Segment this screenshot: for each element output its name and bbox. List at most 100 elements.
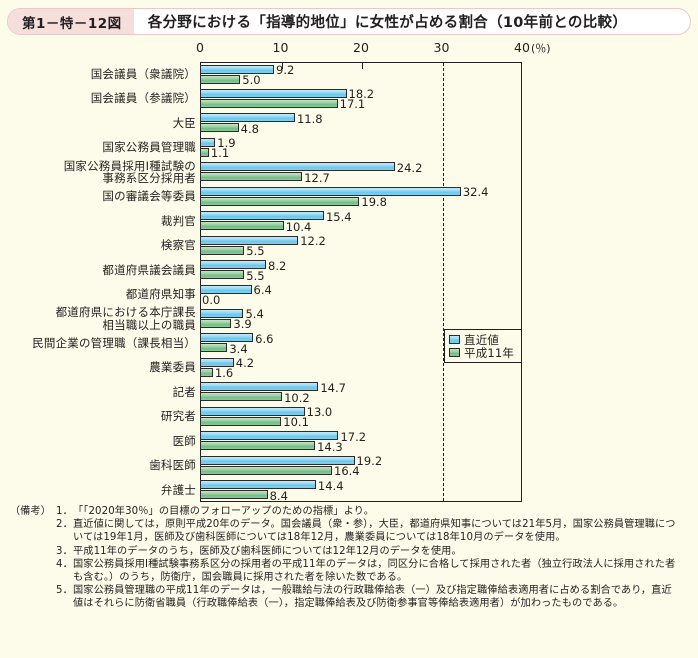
bar-y11 (200, 392, 283, 402)
bar-recent (200, 211, 324, 221)
bar-y11 (200, 441, 316, 451)
bar-value-recent: 11.8 (296, 111, 323, 126)
bar-recent (200, 260, 266, 270)
chart-row: 国会議員（衆議院） 9.2 5.0 (0, 62, 698, 86)
bar-value-recent: 14.4 (317, 478, 344, 493)
bar-y11 (200, 147, 209, 157)
notes-list: 1． 「「2020年30％」の目標のフォローアップのための指標」より。 2． 直近値に… (56, 505, 698, 611)
bar-recent (200, 64, 275, 74)
note-number: 2． (56, 519, 73, 531)
bar-recent (200, 480, 316, 490)
chart-row: 弁護士 14.4 8.4 (0, 478, 698, 502)
chart-row: 都道府県知事 6.4 0.0 (0, 282, 698, 306)
x-axis-unit-label: (％) (531, 42, 551, 55)
chart-row: 裁判官 15.4 10.4 (0, 209, 698, 233)
x-axis-tick-10: 10 (272, 40, 289, 55)
note-text: 国家公務員管理職の平成11年のデータは，一般職給与法の行政職俸給表（一）及び指定… (73, 585, 672, 610)
bar-y11 (200, 221, 284, 231)
chart-row: 都道府県における本庁課長 相当職以上の職員 5.4 3.9 (0, 306, 698, 332)
x-axis-tick-20: 20 (353, 40, 369, 55)
bar-value-recent: 17.2 (340, 429, 367, 444)
bar-recent (200, 431, 339, 441)
bar-value-y11: 10.1 (283, 415, 309, 430)
bar-y11 (200, 123, 239, 133)
category-label: 農業委員 (149, 360, 196, 375)
bar-value-y11: 5.5 (246, 244, 265, 259)
x-axis-tick-30: 30 (433, 40, 450, 55)
figure-header: 第1－特－12図 各分野における「指導的地位」に女性が占める割合（10年前との比… (7, 8, 691, 35)
category-label: 記者 (172, 384, 196, 399)
chart-row: 国家公務員管理職 1.9 1.1 (0, 135, 698, 161)
x-axis-tick-0: 0 (196, 40, 204, 55)
bar-value-y11: 16.4 (334, 464, 360, 479)
bar-value-recent: 15.4 (325, 209, 352, 224)
note-text: 国家公務員採用Ⅰ種試験事務系区分の採用者の平成11年のデータは，同区分に合格して… (73, 558, 676, 584)
category-label: 国の審議会等委員 (102, 189, 196, 204)
note-number: 5． (56, 585, 73, 597)
bar-recent (200, 455, 355, 465)
chart-row: 医師 17.2 14.3 (0, 429, 698, 453)
chart-row: 国家公務員採用Ⅰ種試験の 事務系区分採用者 24.2 12.7 (0, 158, 698, 186)
note-number: 4． (56, 558, 73, 570)
bar-value-recent: 6.6 (255, 331, 274, 346)
chart-row: 研究者 13.0 10.1 (0, 404, 698, 428)
chart-row: 大臣 11.8 4.8 (0, 111, 698, 135)
note-item: 3． 平成11年のデータのうち，医師及び歯科医師については12年12月のデータを使… (56, 545, 676, 558)
bar-value-y11: 1.1 (210, 146, 230, 161)
category-label: 検察官 (160, 238, 196, 253)
bar-y11 (200, 270, 245, 280)
chart-row: 国の審議会等委員 32.4 19.8 (0, 184, 698, 208)
category-label: 国家公務員採用Ⅰ種試験の 事務系区分採用者 (63, 158, 196, 186)
bar-y11 (200, 465, 333, 475)
bar-value-y11: 0.0 (202, 293, 221, 307)
bar-value-y11: 3.4 (229, 341, 248, 356)
bar-value-y11: 10.2 (284, 390, 310, 405)
category-label: 国家公務員管理職 (102, 140, 196, 155)
bar-value-recent: 6.4 (253, 283, 272, 297)
bar-value-recent: 12.2 (300, 234, 326, 249)
notes-label: （備考） (9, 506, 51, 517)
bar-value-y11: 8.4 (269, 488, 288, 503)
bar-y11 (200, 367, 213, 377)
bar-value-recent: 13.0 (306, 405, 333, 420)
page-title: 各分野における「指導的地位」に女性が占める割合（10年前との比較） (147, 15, 628, 31)
chart-row: 民間企業の管理職（課長相当） 6.6 3.4 (0, 331, 698, 355)
note-text: 「「2020年30％」の目標のフォローアップのための指標」より。 (73, 506, 375, 517)
bar-y11 (200, 490, 268, 500)
chart-row: 国会議員（参議院） 18.2 17.1 (0, 86, 698, 112)
bar-value-y11: 19.8 (361, 195, 387, 210)
note-number: 3． (56, 545, 73, 557)
bar-value-y11: 12.7 (304, 170, 330, 185)
bar-value-recent: 8.2 (268, 258, 287, 273)
bar-value-y11: 10.4 (285, 219, 312, 234)
bar-value-y11: 14.3 (317, 439, 343, 454)
chart-legend: 直近値 平成11年 (444, 329, 523, 363)
category-label: 研究者 (160, 409, 196, 424)
chart-row: 歯科医師 19.2 16.4 (0, 453, 698, 477)
note-item: 2． 直近値に関しては，原則平成20年のデータ。国会議員（衆・参），大臣，都道府県… (56, 518, 676, 544)
bar-value-y11: 5.5 (246, 268, 265, 283)
chart-row: 記者 14.7 10.2 (0, 380, 698, 404)
bar-value-y11: 3.9 (233, 317, 252, 332)
note-number: 1． (56, 506, 73, 517)
bar-y11 (200, 196, 360, 206)
note-text: 平成11年のデータのうち，医師及び歯科医師については12年12月のデータを使用。 (73, 545, 462, 557)
category-label: 都道府県議会議員 (102, 262, 196, 277)
notes-block: （備考） 1． 「「2020年30％」の目標のフォローアップのための指標」より。 2… (0, 505, 698, 611)
category-label: 大臣 (172, 115, 196, 130)
legend-item-y11: 平成11年 (449, 346, 514, 360)
bar-value-recent: 4.2 (235, 356, 255, 371)
chart-container: 0 10 20 30 40 (％) 国会議員（衆議院） 9.2 5.0 国会議員（参議院） 18.… (0, 40, 698, 502)
bar-recent (200, 88, 347, 98)
chart-row: 都道府県議会議員 8.2 5.5 (0, 258, 698, 282)
bar-recent (200, 162, 395, 172)
note-text: 直近値に関しては，原則平成20年のデータ。国会議員（衆・参），大臣，都道府県知事… (73, 519, 676, 544)
bar-value-y11: 17.1 (339, 97, 366, 112)
note-item: 1． 「「2020年30％」の目標のフォローアップのための指標」より。 (56, 505, 676, 518)
note-item: 5． 国家公務員管理職の平成11年のデータは，一般職給与法の行政職俸給表（一）及び… (56, 584, 676, 610)
category-label: 都道府県知事 (125, 287, 196, 302)
category-label: 弁護士 (160, 482, 196, 497)
bar-value-y11: 4.8 (240, 121, 259, 136)
category-label: 裁判官 (160, 213, 196, 228)
category-label: 民間企業の管理職（課長相当） (32, 335, 196, 350)
